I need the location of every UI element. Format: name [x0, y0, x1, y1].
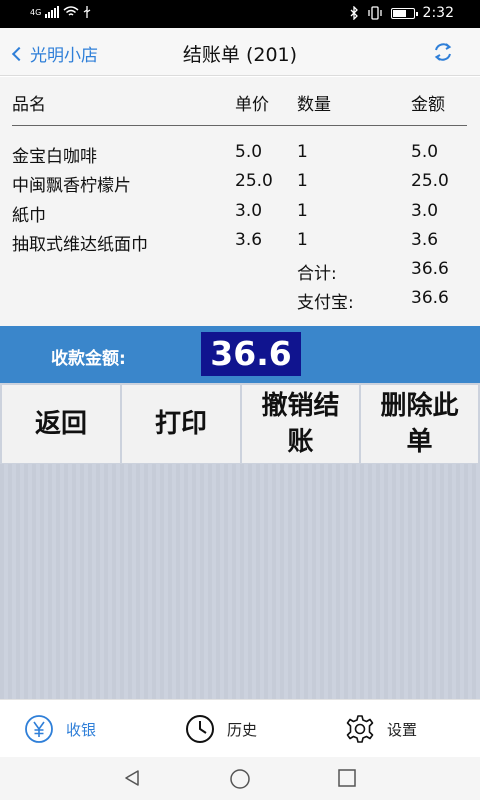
total-value: 36.6 — [411, 259, 449, 279]
print-button-label: 打印 — [154, 409, 207, 439]
cancel-checkout-label-line2: 账 — [287, 427, 314, 457]
cancel-checkout-label-line1: 撤销结 — [261, 391, 340, 421]
item-price: 3.0 — [235, 201, 263, 221]
action-button-row: 返回 打印 撤销结 账 删除此 单 — [0, 383, 480, 464]
bluetooth-icon — [350, 6, 358, 20]
bottom-tab-bar: 收银 历史 设置 — [0, 699, 480, 757]
header-qty: 数量 — [297, 95, 331, 115]
item-price: 3.6 — [235, 230, 263, 250]
usb-icon — [83, 6, 91, 18]
collect-amount-label: 收款金额: — [51, 349, 126, 369]
status-right: 2:32 — [350, 5, 454, 21]
tab-history-label: 历史 — [227, 720, 258, 739]
delete-bill-button[interactable]: 删除此 单 — [361, 385, 478, 463]
header-name: 品名 — [12, 95, 46, 115]
vibrate-icon — [367, 6, 382, 20]
refresh-icon[interactable] — [432, 41, 454, 63]
tab-settings-label: 设置 — [387, 720, 418, 739]
item-name: 金宝白咖啡 — [12, 147, 97, 167]
status-left: 4G — [30, 6, 91, 18]
cancel-checkout-button[interactable]: 撤销结 账 — [242, 385, 359, 463]
item-amount: 25.0 — [411, 171, 449, 191]
wifi-icon — [63, 6, 79, 16]
home-circle-icon[interactable] — [229, 768, 251, 790]
page-title: 结账单 (201) — [182, 44, 298, 66]
payment-value: 36.6 — [411, 288, 449, 308]
total-label: 合计: — [297, 264, 337, 284]
back-button-label: 返回 — [34, 409, 87, 439]
yen-icon — [25, 715, 53, 743]
payment-row: 支付宝: 36.6 — [0, 288, 480, 316]
tab-cashier-label: 收银 — [66, 720, 97, 739]
back-button[interactable]: 返回 — [2, 385, 120, 463]
print-button[interactable]: 打印 — [122, 385, 240, 463]
signal-icon — [45, 6, 60, 18]
receipt-panel: 品名 单价 数量 金额 金宝白咖啡 5.0 1 5.0 中闽飘香柠檬片 25.0… — [0, 77, 480, 326]
item-qty: 1 — [297, 171, 308, 191]
item-qty: 1 — [297, 201, 308, 221]
status-bar: 4G 2:32 — [0, 0, 480, 28]
system-navigation-bar — [0, 757, 480, 800]
payment-label: 支付宝: — [297, 293, 354, 313]
item-name: 抽取式维达纸面巾 — [12, 235, 148, 255]
collect-amount-value: 36.6 — [201, 332, 301, 376]
table-row: 中闽飘香柠檬片 25.0 1 25.0 — [0, 171, 480, 199]
header-price: 单价 — [235, 95, 269, 115]
battery-icon — [390, 7, 418, 19]
collect-amount-bar: 收款金额: 36.6 — [0, 326, 480, 383]
header-amount: 金额 — [411, 95, 445, 115]
tab-history[interactable]: 历史 — [185, 714, 257, 744]
navigation-bar: 光明小店 结账单 (201) — [0, 28, 480, 76]
back-triangle-icon[interactable] — [122, 768, 142, 788]
item-name: 中闽飘香柠檬片 — [12, 176, 131, 196]
table-header: 品名 单价 数量 金额 — [0, 90, 480, 118]
delete-bill-label-line1: 删除此 — [380, 391, 459, 421]
tab-cashier[interactable]: 收银 — [24, 714, 96, 744]
gear-icon — [346, 715, 374, 743]
item-price: 5.0 — [235, 142, 263, 162]
item-qty: 1 — [297, 230, 308, 250]
recents-square-icon[interactable] — [337, 768, 357, 788]
delete-bill-label-line2: 单 — [406, 427, 433, 457]
item-amount: 3.0 — [411, 201, 439, 221]
empty-content-area — [0, 464, 480, 699]
tab-settings[interactable]: 设置 — [345, 714, 417, 744]
table-row: 金宝白咖啡 5.0 1 5.0 — [0, 142, 480, 170]
table-row: 抽取式维达纸面巾 3.6 1 3.6 — [0, 230, 480, 258]
total-row: 合计: 36.6 — [0, 259, 480, 287]
item-name: 紙巾 — [12, 206, 46, 226]
header-divider — [12, 125, 467, 126]
table-row: 紙巾 3.0 1 3.0 — [0, 201, 480, 229]
item-amount: 5.0 — [411, 142, 439, 162]
item-qty: 1 — [297, 142, 308, 162]
item-price: 25.0 — [235, 171, 273, 191]
item-amount: 3.6 — [411, 230, 439, 250]
network-type: 4G — [30, 7, 42, 17]
clock-icon — [186, 715, 214, 743]
clock: 2:32 — [422, 5, 454, 21]
